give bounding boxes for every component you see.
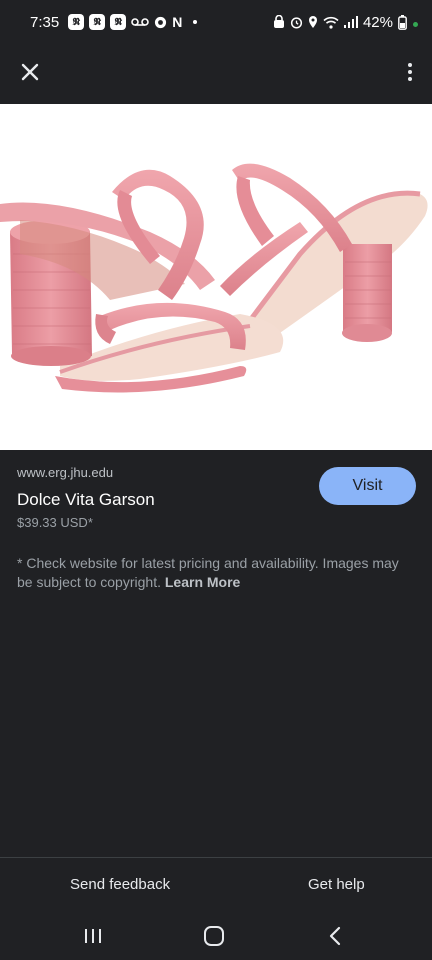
alarm-icon bbox=[290, 16, 303, 29]
back-icon bbox=[329, 926, 341, 946]
system-nav-bar bbox=[0, 913, 432, 960]
nytimes-icon: 𝕹 bbox=[110, 14, 127, 30]
battery-icon bbox=[398, 14, 407, 30]
recents-button[interactable] bbox=[73, 923, 113, 949]
top-app-bar bbox=[0, 44, 432, 104]
disclaimer-text: * Check website for latest pricing and a… bbox=[17, 554, 407, 592]
close-icon bbox=[21, 63, 39, 81]
notification-dot bbox=[193, 20, 198, 24]
status-left: 7:35 𝕹 𝕹 𝕹 N bbox=[30, 13, 198, 31]
get-help-button[interactable]: Get help bbox=[308, 876, 365, 893]
nytimes-icon: 𝕹 bbox=[68, 14, 85, 30]
sandal-illustration bbox=[0, 163, 428, 393]
charging-dot bbox=[413, 21, 418, 27]
learn-more-link[interactable]: Learn More bbox=[165, 574, 240, 590]
lock-icon bbox=[273, 15, 285, 29]
voicemail-icon bbox=[131, 17, 150, 27]
status-bar: 7:35 𝕹 𝕹 𝕹 N 42% bbox=[0, 0, 432, 44]
visit-button[interactable]: Visit bbox=[319, 467, 416, 505]
product-image[interactable] bbox=[0, 104, 432, 450]
chrome-icon bbox=[154, 16, 167, 29]
home-button[interactable] bbox=[194, 923, 234, 949]
nytimes-icon: 𝕹 bbox=[89, 14, 106, 30]
source-domain[interactable]: www.erg.jhu.edu bbox=[17, 465, 113, 480]
netflix-icon: N bbox=[172, 14, 183, 30]
status-right: 42% bbox=[273, 14, 418, 31]
back-button[interactable] bbox=[315, 923, 355, 949]
footer-bar: Send feedback Get help bbox=[0, 857, 432, 913]
wifi-icon bbox=[323, 16, 339, 29]
recents-icon bbox=[85, 929, 101, 943]
send-feedback-button[interactable]: Send feedback bbox=[70, 876, 170, 893]
close-button[interactable] bbox=[14, 56, 46, 88]
location-icon bbox=[308, 15, 318, 29]
signal-icon bbox=[343, 16, 358, 28]
battery-percent: 42% bbox=[362, 13, 393, 31]
more-vert-icon bbox=[408, 63, 412, 67]
more-options-button[interactable] bbox=[398, 56, 422, 88]
home-icon bbox=[204, 926, 224, 946]
product-info-panel: www.erg.jhu.edu Dolce Vita Garson $39.33… bbox=[0, 450, 432, 857]
product-title: Dolce Vita Garson bbox=[17, 490, 155, 509]
status-time: 7:35 bbox=[30, 13, 60, 31]
product-price: $39.33 USD* bbox=[17, 515, 93, 530]
